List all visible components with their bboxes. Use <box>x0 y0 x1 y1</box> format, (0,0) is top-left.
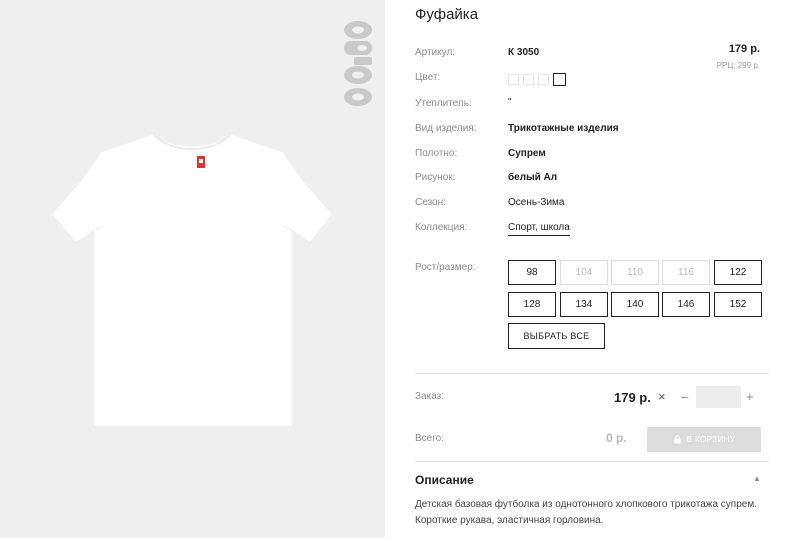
divider-order <box>415 373 770 374</box>
color-swatch-3[interactable] <box>538 74 549 85</box>
brand-logo <box>344 21 372 106</box>
plus-button[interactable]: + <box>746 389 754 404</box>
size-label: Рост/размер: <box>415 262 476 273</box>
print-label: Рисунок: <box>415 172 456 183</box>
article-label: Артикул: <box>415 47 456 58</box>
size-button-98[interactable]: 98 <box>508 260 556 285</box>
article-value: К 3050 <box>508 47 540 58</box>
product-photo[interactable] <box>42 130 342 430</box>
chevron-up-icon[interactable]: ▲ <box>753 474 761 483</box>
product-info-panel: Фуфайка Артикул: К 3050 179 р. РРЦ: 299 … <box>415 0 770 538</box>
description-text: Детская базовая футболка из однотонного … <box>415 499 757 526</box>
size-button-116: 116 <box>662 260 710 285</box>
size-button-152[interactable]: 152 <box>714 292 762 317</box>
insulation-label: Утеплитель: <box>415 98 472 109</box>
product-title: Фуфайка <box>415 6 479 23</box>
quantity-input[interactable] <box>696 386 741 408</box>
product-image-panel <box>0 0 385 538</box>
select-all-button[interactable]: ВЫБРАТЬ ВСЕ <box>508 323 605 349</box>
type-label: Вид изделия: <box>415 123 477 134</box>
description-title[interactable]: Описание <box>415 473 474 487</box>
times-icon: × <box>658 389 666 404</box>
collection-label: Коллекция: <box>415 222 468 233</box>
lock-icon <box>674 435 681 444</box>
size-button-110: 110 <box>611 260 659 285</box>
season-value: Осень-Зима <box>508 197 565 208</box>
fabric-label: Полотно: <box>415 148 458 159</box>
insulation-value: " <box>508 97 512 108</box>
collection-link[interactable]: Спорт, школа <box>508 222 570 236</box>
color-swatch-selected[interactable] <box>553 73 566 86</box>
color-swatch-1[interactable] <box>508 74 519 85</box>
size-button-128[interactable]: 128 <box>508 292 556 317</box>
size-button-122[interactable]: 122 <box>714 260 762 285</box>
color-label: Цвет: <box>415 72 441 83</box>
size-button-104: 104 <box>560 260 608 285</box>
order-label: Заказ: <box>415 391 445 402</box>
type-value: Трикотажные изделия <box>508 123 619 134</box>
add-to-cart-button[interactable]: В КОРЗИНУ <box>647 427 761 452</box>
add-to-cart-label: В КОРЗИНУ <box>686 435 736 444</box>
size-button-140[interactable]: 140 <box>611 292 659 317</box>
rrp-value: РРЦ: 299 р. <box>716 61 760 70</box>
price-value: 179 р. <box>728 43 760 55</box>
print-value: белый Ал <box>508 172 558 183</box>
divider-description <box>415 461 770 462</box>
total-value: 0 р. <box>606 431 627 445</box>
season-label: Сезон: <box>415 197 446 208</box>
minus-button[interactable]: – <box>681 389 688 404</box>
total-label: Всего: <box>415 433 444 444</box>
fabric-value: Супрем <box>508 148 546 159</box>
size-button-134[interactable]: 134 <box>560 292 608 317</box>
size-button-146[interactable]: 146 <box>662 292 710 317</box>
color-swatch-2[interactable] <box>523 74 534 85</box>
order-price: 179 р. <box>614 390 651 405</box>
